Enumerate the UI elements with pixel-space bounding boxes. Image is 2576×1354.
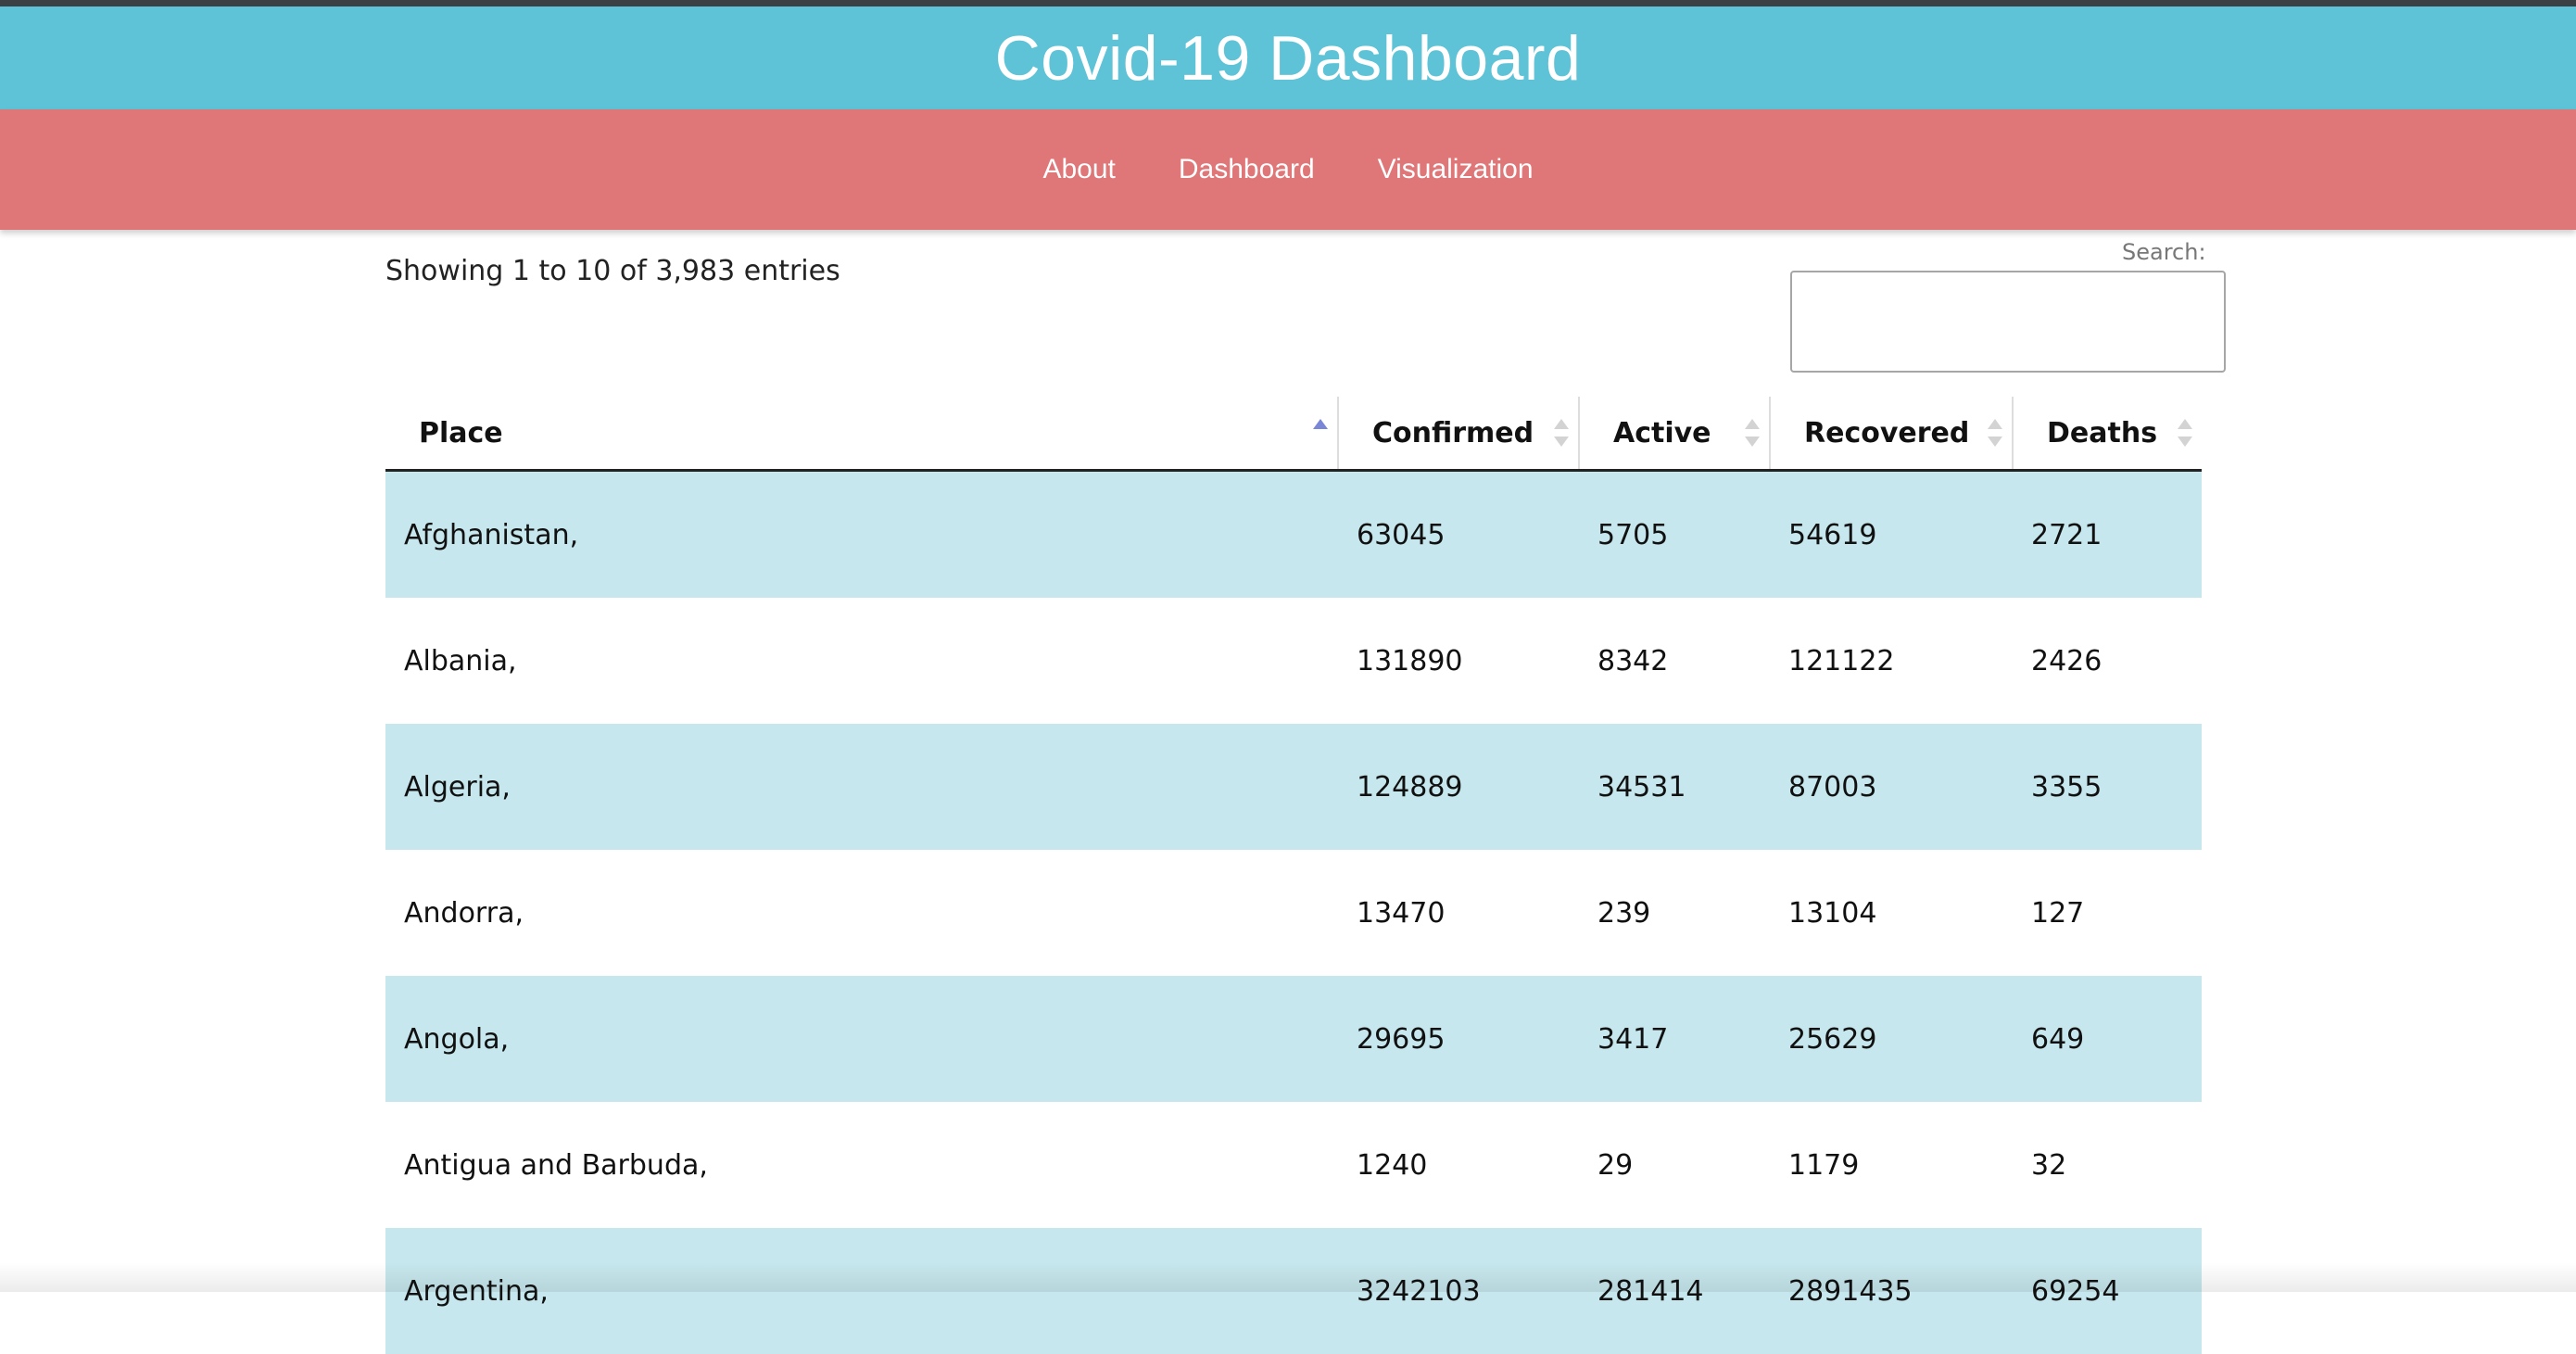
table-info: Showing 1 to 10 of 3,983 entries	[385, 255, 840, 287]
cell-confirmed: 13470	[1338, 850, 1579, 976]
cell-active: 3417	[1579, 976, 1770, 1102]
cell-place: Afghanistan,	[385, 470, 1338, 598]
cell-active: 281414	[1579, 1228, 1770, 1354]
cell-recovered: 1179	[1770, 1102, 2013, 1228]
cell-confirmed: 131890	[1338, 598, 1579, 724]
sort-icon	[1554, 417, 1569, 449]
cell-active: 34531	[1579, 724, 1770, 850]
cell-recovered: 13104	[1770, 850, 2013, 976]
table-header-row: Place Confirmed Active Recovered Deaths	[385, 397, 2202, 472]
cell-active: 5705	[1579, 470, 1770, 598]
sort-icon	[2178, 417, 2192, 449]
data-table: Place Confirmed Active Recovered Deaths	[385, 397, 2202, 1354]
cell-place: Albania,	[385, 598, 1338, 724]
cell-confirmed: 63045	[1338, 470, 1579, 598]
table-row: Afghanistan, 63045 5705 54619 2721	[385, 470, 2202, 598]
column-header-place[interactable]: Place	[385, 397, 1338, 472]
cell-place: Andorra,	[385, 850, 1338, 976]
cell-recovered: 25629	[1770, 976, 2013, 1102]
cell-deaths: 127	[2013, 850, 2202, 976]
cell-place: Algeria,	[385, 724, 1338, 850]
column-label: Confirmed	[1372, 416, 1534, 449]
column-header-active[interactable]: Active	[1578, 397, 1770, 472]
cell-active: 239	[1579, 850, 1770, 976]
cell-place: Argentina,	[385, 1228, 1338, 1354]
sort-icon	[1988, 417, 2002, 449]
title-bar: Covid-19 Dashboard	[0, 6, 2576, 109]
column-label: Place	[419, 416, 503, 449]
cell-confirmed: 124889	[1338, 724, 1579, 850]
nav-item-dashboard[interactable]: Dashboard	[1179, 154, 1315, 185]
cell-place: Antigua and Barbuda,	[385, 1102, 1338, 1228]
sort-icon	[1745, 417, 1760, 449]
cell-confirmed: 1240	[1338, 1102, 1579, 1228]
cell-recovered: 87003	[1770, 724, 2013, 850]
table-row: Albania, 131890 8342 121122 2426	[385, 598, 2202, 724]
page-title: Covid-19 Dashboard	[994, 22, 1582, 94]
table-row: Antigua and Barbuda, 1240 29 1179 32	[385, 1102, 2202, 1228]
column-header-confirmed[interactable]: Confirmed	[1337, 397, 1579, 472]
table-row: Angola, 29695 3417 25629 649	[385, 976, 2202, 1102]
column-label: Recovered	[1804, 416, 1970, 449]
cell-deaths: 3355	[2013, 724, 2202, 850]
column-header-recovered[interactable]: Recovered	[1769, 397, 2013, 472]
cell-recovered: 54619	[1770, 470, 2013, 598]
cell-place: Angola,	[385, 976, 1338, 1102]
cell-deaths: 649	[2013, 976, 2202, 1102]
column-label: Active	[1613, 416, 1711, 449]
cell-deaths: 2426	[2013, 598, 2202, 724]
column-header-deaths[interactable]: Deaths	[2012, 397, 2202, 472]
cell-recovered: 121122	[1770, 598, 2013, 724]
column-label: Deaths	[2047, 416, 2158, 449]
sort-ascending-icon	[1313, 417, 1328, 449]
cell-deaths: 2721	[2013, 470, 2202, 598]
cell-recovered: 2891435	[1770, 1228, 2013, 1354]
cell-deaths: 32	[2013, 1102, 2202, 1228]
cell-active: 29	[1579, 1102, 1770, 1228]
search-label: Search:	[2122, 239, 2206, 265]
nav-bar: About Dashboard Visualization	[0, 109, 2576, 230]
browser-top-strip	[0, 0, 2576, 6]
table-row: Andorra, 13470 239 13104 127	[385, 850, 2202, 976]
nav-item-visualization[interactable]: Visualization	[1378, 154, 1534, 185]
cell-active: 8342	[1579, 598, 1770, 724]
table-row: Argentina, 3242103 281414 2891435 69254	[385, 1228, 2202, 1354]
table-row: Algeria, 124889 34531 87003 3355	[385, 724, 2202, 850]
nav-item-about[interactable]: About	[1042, 154, 1115, 185]
cell-confirmed: 29695	[1338, 976, 1579, 1102]
cell-confirmed: 3242103	[1338, 1228, 1579, 1354]
search-input[interactable]	[1790, 271, 2226, 373]
cell-deaths: 69254	[2013, 1228, 2202, 1354]
